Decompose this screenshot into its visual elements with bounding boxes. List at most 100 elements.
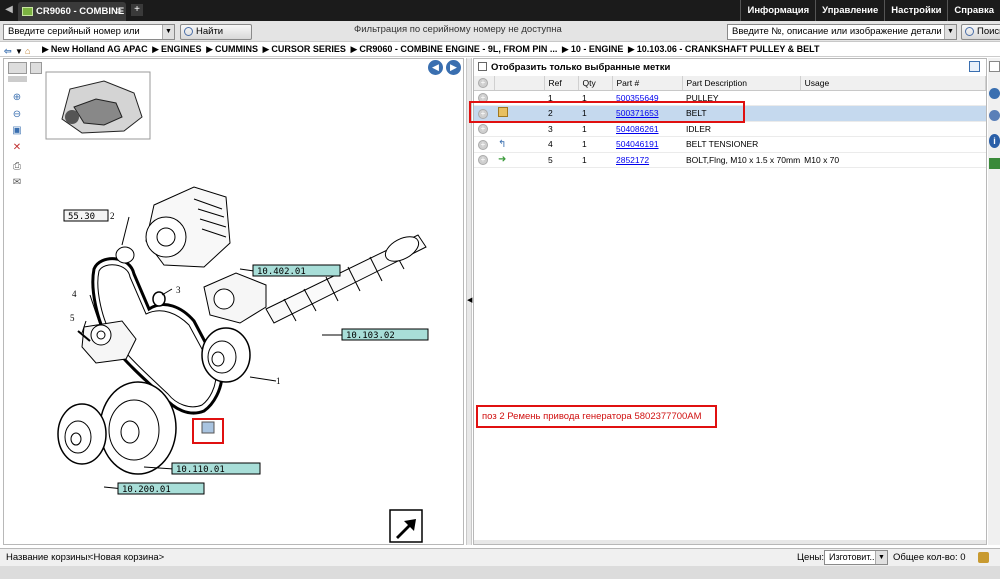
part-number-link[interactable]: 504086261 (616, 124, 659, 134)
dropdown-arrow-icon[interactable]: ▼ (15, 44, 23, 59)
search-icon (965, 27, 974, 36)
breadcrumb: ⇦ ▼ ⌂ ▶ New Holland AG APAC ▶ ENGINES ▶ CUM… (0, 42, 1000, 57)
menu-manage[interactable]: Управление (815, 0, 884, 21)
show-selected-checkbox[interactable]: Отобразить только выбранные метки (478, 61, 670, 75)
table-row[interactable]: + ↰ 4 1 504046191 BELT TENSIONER (474, 136, 986, 153)
damper (99, 381, 177, 475)
tab-cr9060[interactable]: CR9060 - COMBINE E... × (18, 2, 126, 36)
column-header-description[interactable]: Part Description (682, 76, 801, 91)
breadcrumb-item[interactable]: ENGINES (161, 44, 202, 54)
export-icon[interactable] (969, 61, 980, 72)
callout-text: 10.103.02 (346, 331, 395, 341)
search-icon (184, 27, 193, 36)
highlight-box-diagram (192, 418, 224, 444)
breadcrumb-item[interactable]: New Holland AG APAC (51, 44, 148, 54)
parts-diagram: 55.30 2 10.402.01 3 10.103.02 4 5 1 10.1… (45, 71, 429, 543)
breadcrumb-item[interactable]: 10.103.06 - CRANKSHAFT PULLEY & BELT (637, 44, 820, 54)
home-icon[interactable]: ⌂ (25, 44, 30, 59)
menu-help[interactable]: Справка (947, 0, 1000, 21)
cell-usage (800, 136, 986, 153)
right-sidebar: i (988, 58, 1000, 545)
green-arrow-icon: ➜ (498, 154, 507, 166)
table-row[interactable]: + 3 1 504086261 IDLER (474, 121, 986, 137)
show-selected-label: Отобразить только выбранные метки (491, 62, 671, 73)
column-header-ref[interactable]: Ref (544, 76, 579, 91)
panel-icon[interactable] (989, 61, 1000, 72)
cell-qty: 1 (578, 136, 612, 153)
callout-text: 55.30 (68, 212, 95, 222)
cell-usage (800, 90, 986, 106)
prices-select[interactable]: Изготовит... ▼ (824, 550, 888, 565)
cell-qty: 1 (578, 152, 612, 168)
next-sheet-icon[interactable] (389, 509, 423, 543)
back-arrow-icon[interactable]: ⇦ (4, 44, 12, 59)
cell-description: BELT TENSIONER (682, 136, 801, 153)
crankshaft (265, 234, 427, 324)
engine-thumbnail[interactable] (45, 71, 151, 140)
table-row[interactable]: + ➜ 5 1 2852172 BOLT,Flng, M10 x 1.5 x 7… (474, 152, 986, 168)
tool-icon[interactable] (989, 158, 1000, 169)
breadcrumb-item[interactable]: 10 - ENGINE (571, 44, 624, 54)
cell-ref: 3 (544, 121, 578, 137)
breadcrumb-item[interactable]: CUMMINS (215, 44, 258, 54)
callout-55-30[interactable]: 55.30 2 (63, 209, 115, 222)
column-header-qty[interactable]: Qty (578, 76, 613, 91)
column-header-usage[interactable]: Usage (800, 76, 987, 91)
breadcrumb-item[interactable]: CURSOR SERIES (271, 44, 346, 54)
water-pump (203, 272, 267, 324)
serial-model-input[interactable]: Введите серийный номер или модель ▼ (3, 24, 175, 51)
horizontal-resize-handle[interactable] (474, 540, 986, 544)
cell-ref: 5 (544, 152, 578, 168)
label-3: 3 (176, 285, 181, 295)
part-search-input[interactable]: Введите №, описание или изображение дета… (727, 24, 957, 40)
add-icon[interactable]: + (478, 78, 488, 89)
menu-settings[interactable]: Настройки (884, 0, 947, 21)
menu-info[interactable]: Информация (740, 0, 815, 21)
basket-name[interactable]: <Новая корзина> (88, 549, 164, 566)
total-count: Общее кол-во: 0 (893, 552, 966, 563)
parts-panel: Отобразить только выбранные метки + Ref … (473, 58, 987, 545)
diagram-panel: ◀ ▶ ⊕ ⊖ ▣ ✕ ⎙ ✉ 55.30 2 10.402.01 3 10.1… (3, 58, 464, 545)
alternator (145, 186, 231, 268)
find-model-button[interactable]: Найти модель (180, 24, 252, 51)
part-number-link[interactable]: 504046191 (616, 139, 659, 149)
add-to-cart-icon[interactable]: + (478, 124, 488, 135)
callout-10-103-02[interactable]: 10.103.02 (341, 328, 429, 341)
callout-10-200-01[interactable]: 10.200.01 (117, 482, 205, 495)
crankshaft-pulley (201, 327, 251, 383)
add-all-column[interactable]: + (474, 76, 495, 91)
collapse-arrow-icon[interactable]: ◀ (467, 296, 472, 304)
dropdown-arrow-icon[interactable]: ▼ (944, 25, 956, 39)
column-header-part[interactable]: Part # (612, 76, 683, 91)
dropdown-arrow-icon[interactable]: ▼ (875, 551, 887, 564)
engine-icon (22, 7, 33, 16)
new-tab-button[interactable]: + (131, 4, 143, 16)
tab-close-icon[interactable]: × (116, 2, 122, 21)
web-icon[interactable] (989, 110, 1000, 121)
label-2: 2 (110, 211, 115, 221)
dropdown-arrow-icon[interactable]: ▼ (162, 25, 174, 39)
label-1: 1 (276, 376, 281, 386)
tab-scroll-left-icon[interactable]: ◀ (2, 3, 16, 17)
part-search-placeholder: Введите №, описание или изображение дета… (732, 26, 942, 37)
cart-icon[interactable] (978, 552, 989, 563)
label-5: 5 (70, 313, 75, 323)
cell-usage (800, 121, 986, 137)
replaced-arrow-icon: ↰ (498, 138, 507, 150)
info-globe-icon[interactable] (989, 88, 1000, 99)
checkbox[interactable] (478, 62, 487, 71)
tab-bar: ◀ CR9060 - COMBINE E... × + Информация У… (0, 0, 1000, 36)
column-header-icons (494, 76, 545, 91)
lower-pulley (57, 403, 107, 465)
cell-description: IDLER (682, 121, 801, 137)
callout-10-110-01[interactable]: 10.110.01 (171, 462, 261, 475)
part-number-link[interactable]: 2852172 (616, 155, 649, 165)
info-icon[interactable]: i (989, 134, 1000, 148)
search-button[interactable]: Поиск (961, 24, 1000, 40)
callout-10-402-01[interactable]: 10.402.01 (252, 264, 341, 277)
panel-splitter[interactable]: ◀ (466, 58, 472, 545)
add-to-cart-icon[interactable]: + (478, 155, 488, 166)
cell-usage (800, 105, 986, 122)
add-to-cart-icon[interactable]: + (478, 139, 488, 150)
breadcrumb-item[interactable]: CR9060 - COMBINE ENGINE - 9L, FROM PIN .… (359, 44, 557, 54)
